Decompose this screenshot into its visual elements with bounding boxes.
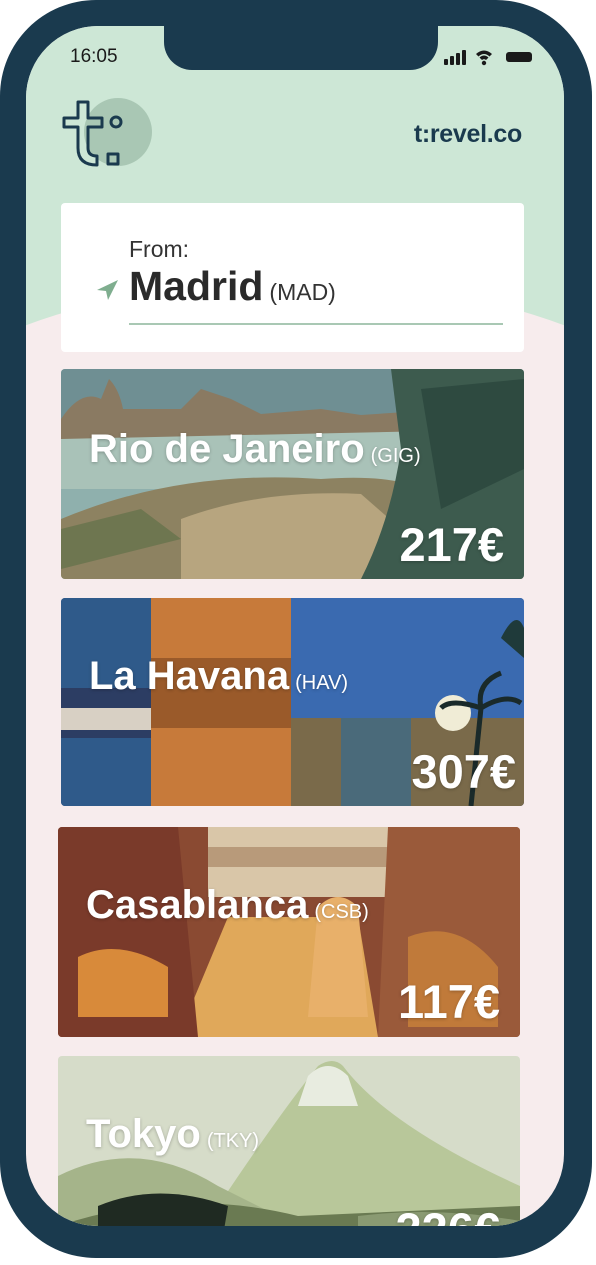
destination-airport-code: (GIG) <box>370 445 421 467</box>
destination-price: 217€ <box>399 518 504 571</box>
status-icons <box>444 50 532 66</box>
phone-frame: 16:05 t:revel.co From: Madrid (MAD) Rio … <box>0 0 592 1258</box>
signal-icon <box>444 50 466 65</box>
origin-airport-code: (MAD) <box>269 279 336 305</box>
destination-price: 307€ <box>411 745 516 798</box>
destination-city-name: Rio de Janeiro <box>89 427 365 471</box>
origin-city[interactable]: Madrid (MAD) <box>129 263 336 310</box>
brand-name[interactable]: t:revel.co <box>414 120 522 149</box>
destination-city: Tokyo (TKY) <box>86 1112 259 1157</box>
status-time: 16:05 <box>70 46 118 67</box>
origin-underline <box>129 323 503 325</box>
destination-card-havana[interactable]: La Havana (HAV) 307€ <box>61 598 524 806</box>
destination-city-name: La Havana <box>89 654 290 698</box>
destination-city: La Havana (HAV) <box>89 654 348 699</box>
phone-notch <box>164 26 438 70</box>
destination-airport-code: (CSB) <box>314 901 369 923</box>
destination-airport-code: (TKY) <box>206 1130 260 1152</box>
destination-price: 226€ <box>395 1202 500 1226</box>
destination-card-rio[interactable]: Rio de Janeiro (GIG) 217€ <box>61 369 524 579</box>
destination-card-tokyo[interactable]: Tokyo(TKY) 226€ <box>58 1056 520 1226</box>
t-logo-icon <box>62 98 152 167</box>
wifi-icon <box>476 50 492 66</box>
destination-city: Rio de Janeiro (GIG) <box>89 427 421 472</box>
destination-city-name: Casablanca <box>86 883 309 927</box>
app-screen: 16:05 t:revel.co From: Madrid (MAD) Rio … <box>26 26 564 1226</box>
origin-card[interactable]: From: Madrid (MAD) <box>61 203 524 352</box>
destination-city-name: Tokyo <box>86 1112 201 1156</box>
destination-card-casablanca[interactable]: Casablanca (CSB) 117€ <box>58 827 520 1037</box>
battery-icon <box>506 52 532 62</box>
destination-airport-code: (HAV) <box>295 672 349 694</box>
destination-city: Casablanca (CSB) <box>86 883 369 928</box>
from-label: From: <box>129 236 190 262</box>
destination-price: 117€ <box>398 975 500 1028</box>
origin-city-name: Madrid <box>129 263 264 309</box>
location-arrow-icon <box>97 280 118 300</box>
